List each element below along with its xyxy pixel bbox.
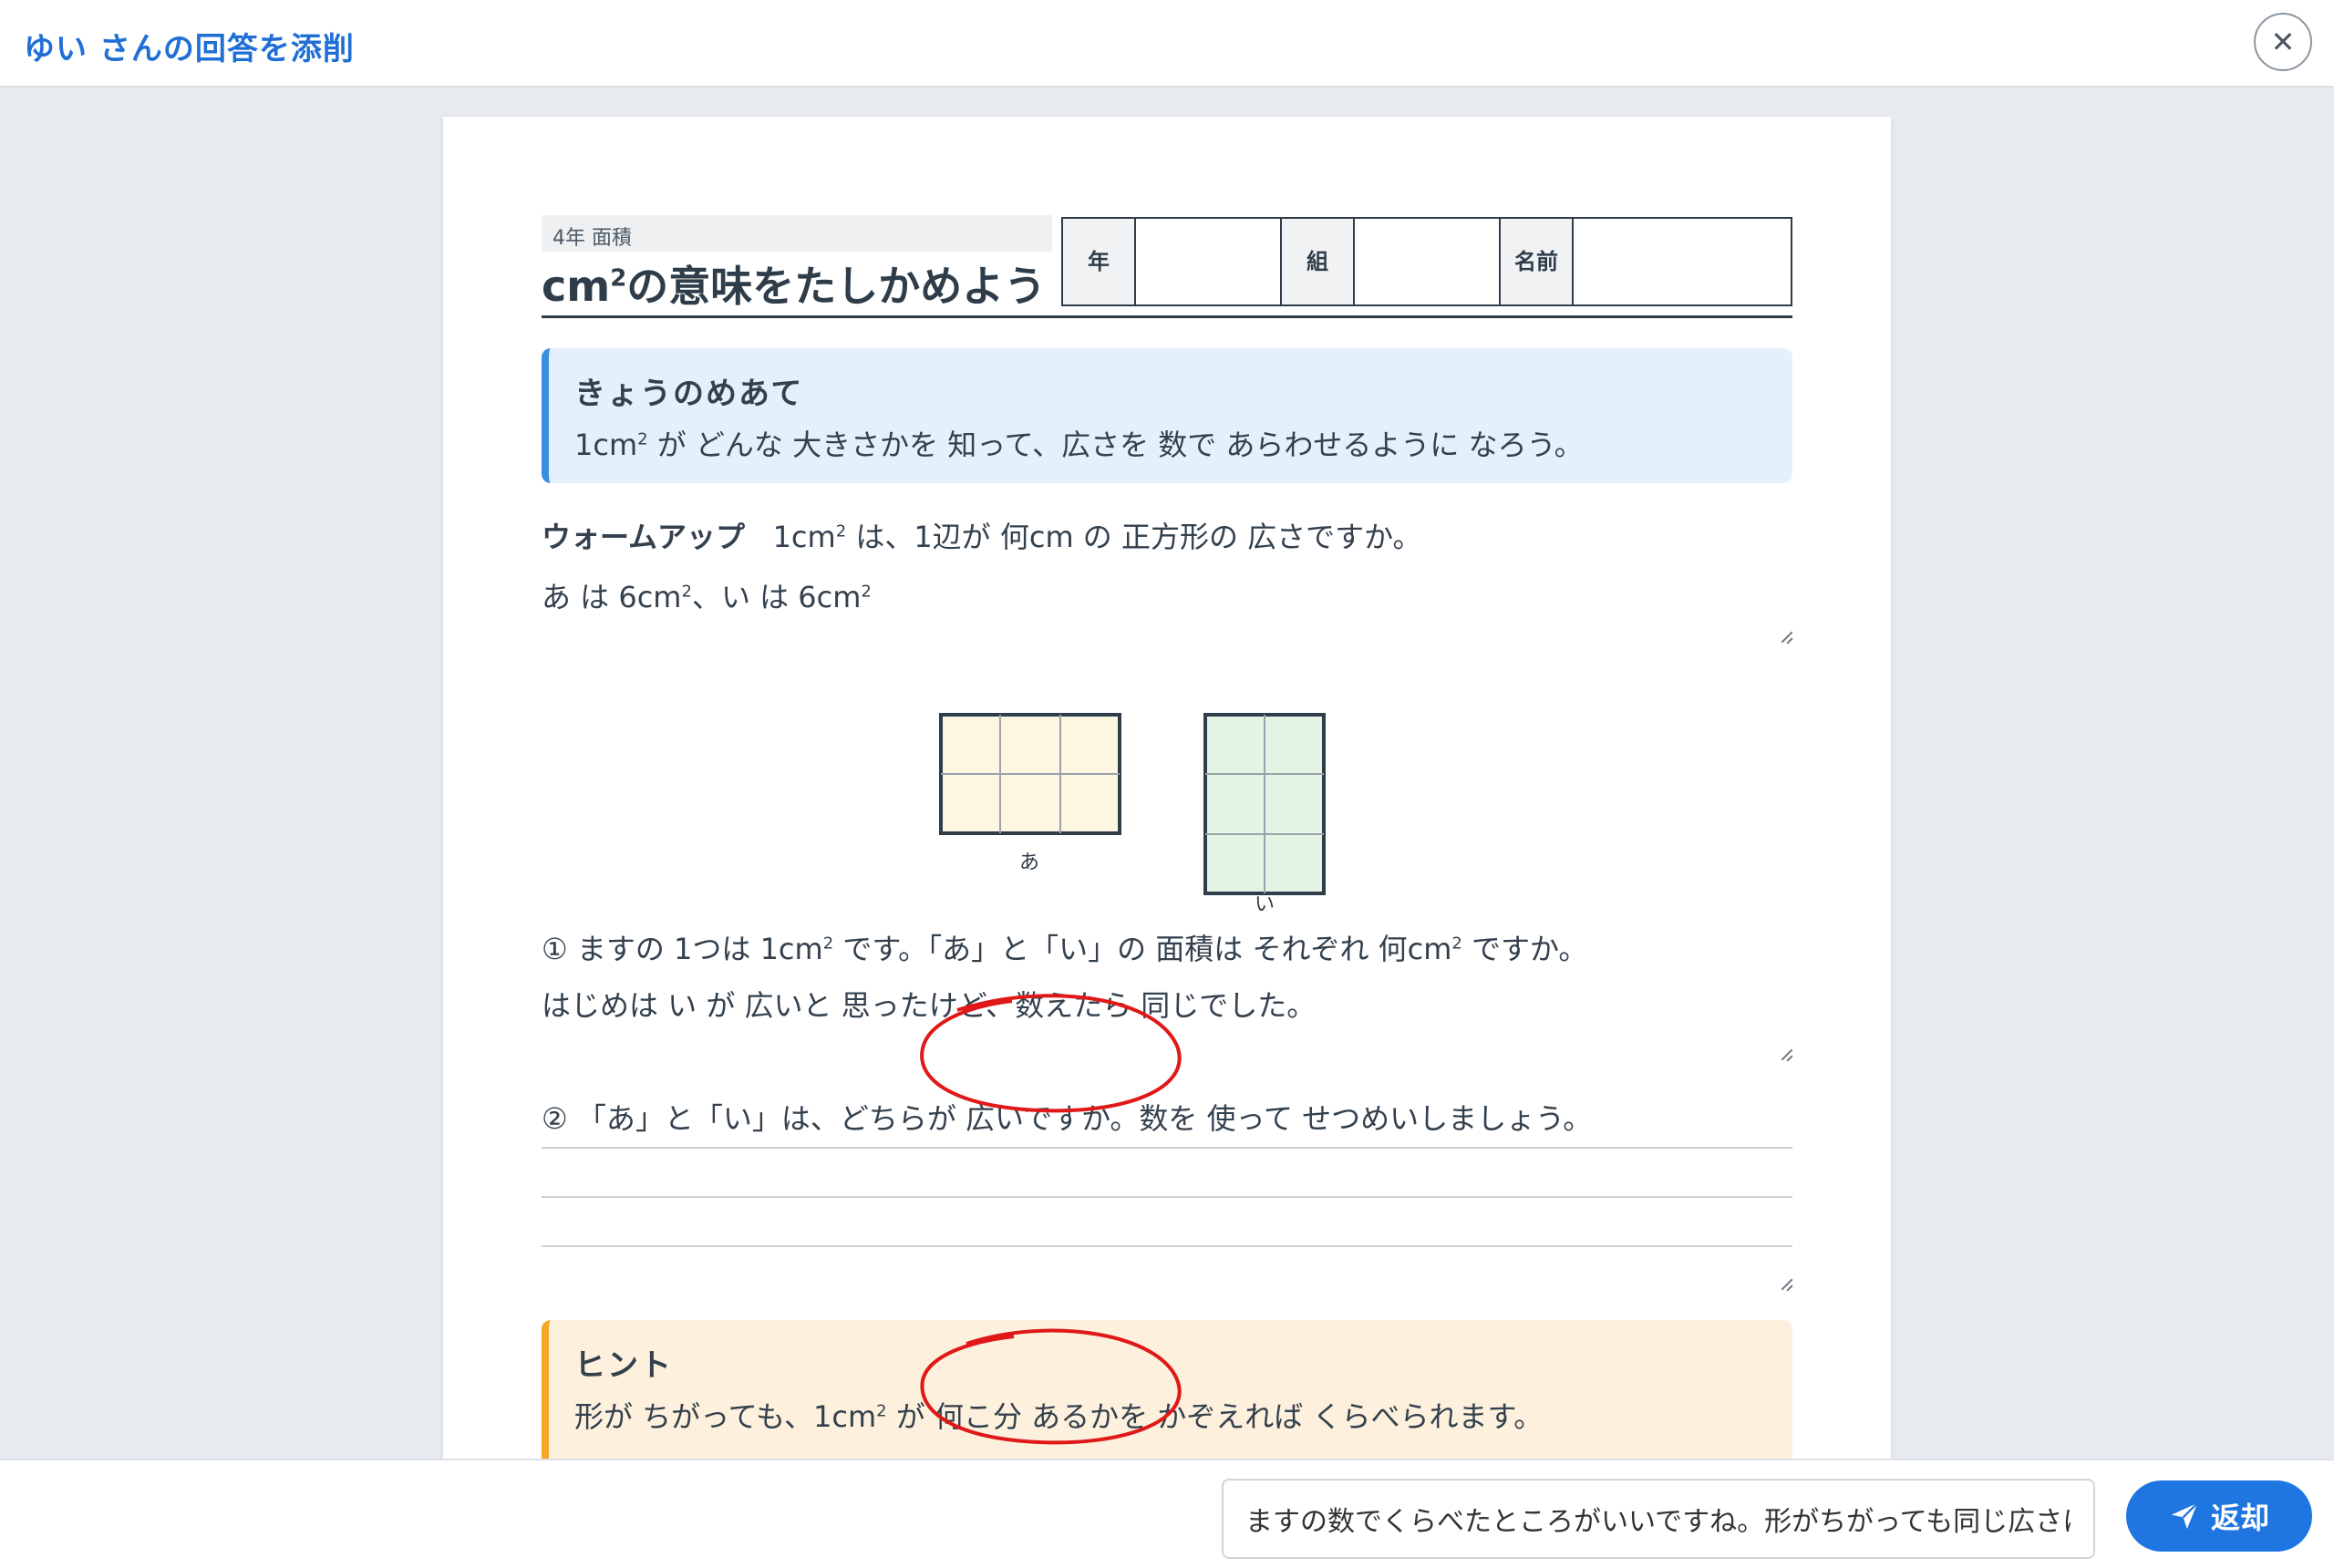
answer-line	[542, 1147, 1792, 1149]
hint-heading: ヒント	[574, 1347, 673, 1384]
figure-b-label: い	[1255, 893, 1275, 916]
hint-box: ヒント 形が ちがっても、1cm2 が 何こ分 あるかを かぞえれば くらべられ…	[542, 1320, 1792, 1459]
name-table: 年 組 名前	[1061, 217, 1792, 306]
q1-resize-handle[interactable]	[1778, 1047, 1792, 1061]
question-1-answer[interactable]: はじめは い が 広いと 思ったけど、数えたら 同じでした。	[542, 983, 1316, 1025]
figure-b	[1203, 713, 1326, 895]
unit-tag: 4年 面積	[542, 215, 1052, 252]
class-field[interactable]	[1355, 219, 1501, 304]
goal-heading: きょうのめあて	[574, 376, 804, 412]
comment-input[interactable]	[1222, 1479, 2095, 1559]
worksheet: 4年 面積 cm2の意味をたしかめよう 年 組 名前 きょうのめあて 1cm2 …	[443, 117, 1891, 1459]
top-bar: ゆい さんの回答を添削 ✕	[0, 0, 2334, 88]
class-label: 組	[1282, 219, 1355, 304]
worksheet-title: cm2の意味をたしかめよう	[542, 262, 1047, 311]
question-2: ② 「あ」と「い」は、どちらが 広いですか。数を 使って せつめいしましょう。	[542, 1101, 1593, 1136]
year-label: 年	[1063, 219, 1136, 304]
goal-text: 1cm2 が どんな 大きさかを 知って、広さを 数で あらわせるように なろう…	[574, 428, 1584, 462]
page-title: ゆい さんの回答を添削	[24, 31, 355, 67]
answer-line	[542, 1245, 1792, 1247]
goal-box: きょうのめあて 1cm2 が どんな 大きさかを 知って、広さを 数で あらわせ…	[542, 348, 1792, 483]
name-label: 名前	[1501, 219, 1574, 304]
q2-resize-handle[interactable]	[1778, 1276, 1792, 1291]
answer-line	[542, 1196, 1792, 1198]
warmup-question: ウォームアップ 1cm2 は、1辺が 何cm の 正方形の 広さですか。	[542, 520, 1422, 554]
bottom-bar: 返却	[0, 1459, 2334, 1568]
warmup-resize-handle[interactable]	[1778, 629, 1792, 644]
return-button[interactable]: 返却	[2126, 1480, 2312, 1552]
figure-a	[939, 713, 1121, 835]
question-1: ① ますの 1つは 1cm2 です。「あ」と「い」の 面積は それぞれ 何cm2…	[542, 932, 1588, 966]
warmup-answer[interactable]: あ は 6cm2、い は 6cm2	[542, 574, 872, 616]
close-icon: ✕	[2270, 25, 2296, 59]
hint-text: 形が ちがっても、1cm2 が 何こ分 あるかを かぞえれば くらべられます。	[574, 1399, 1544, 1434]
send-icon	[2171, 1502, 2198, 1530]
name-field[interactable]	[1574, 219, 1791, 304]
return-button-label: 返却	[2210, 1501, 2269, 1535]
title-rule	[542, 315, 1792, 318]
year-field[interactable]	[1136, 219, 1282, 304]
close-button[interactable]: ✕	[2254, 13, 2312, 71]
figure-a-label: あ	[1019, 851, 1040, 874]
